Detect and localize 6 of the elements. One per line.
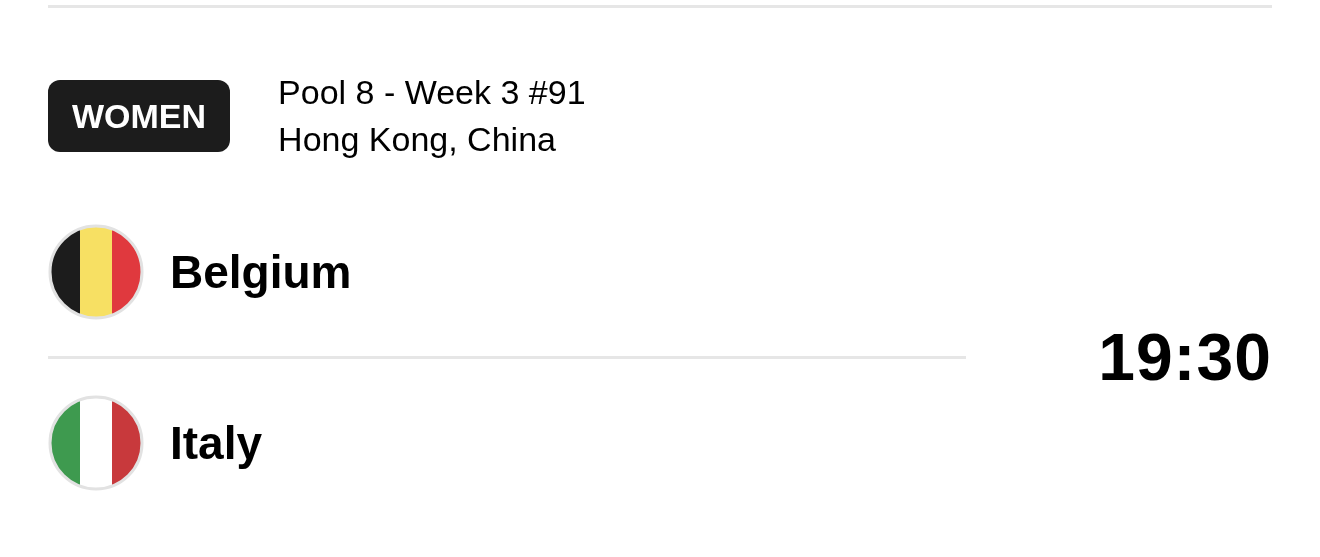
team-name: Italy <box>170 415 263 471</box>
pool-label: Pool 8 - Week 3 #91 <box>278 72 586 113</box>
category-badge: WOMEN <box>48 80 231 152</box>
team-name: Belgium <box>170 244 352 300</box>
match-time: 19:30 <box>1098 319 1272 396</box>
venue-label: Hong Kong, China <box>278 119 557 160</box>
